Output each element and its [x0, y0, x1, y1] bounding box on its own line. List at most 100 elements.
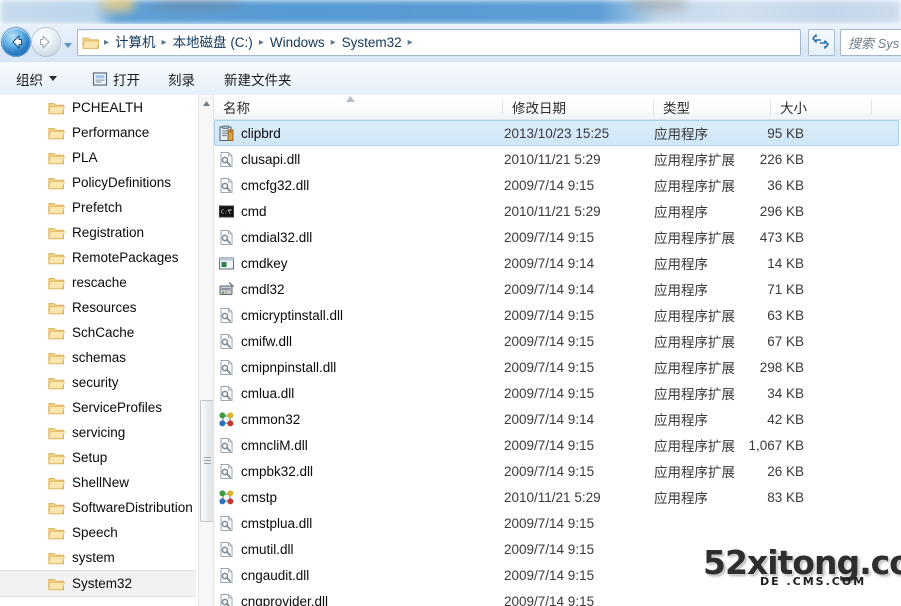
sidebar-item-resources[interactable]: Resources: [0, 295, 196, 320]
file-name-cell[interactable]: cmlua.dll: [218, 380, 294, 406]
dll-icon: [218, 385, 235, 402]
column-header-date[interactable]: 修改日期: [503, 95, 662, 119]
sidebar-item-label: PCHEALTH: [72, 100, 144, 115]
back-button[interactable]: [2, 28, 30, 56]
file-name-cell[interactable]: cmifw.dll: [218, 328, 292, 354]
sidebar-item-rescache[interactable]: rescache: [0, 270, 196, 295]
burn-button[interactable]: 刻录: [160, 67, 203, 90]
sidebar-item-servicing[interactable]: servicing: [0, 420, 196, 445]
sidebar-item-pla[interactable]: PLA: [0, 145, 196, 170]
file-size-cell: 14 KB: [767, 255, 804, 271]
sidebar-item-security[interactable]: security: [0, 370, 196, 395]
table-row[interactable]: cmpbk32.dll 2009/7/14 9:15 应用程序扩展 26 KB: [214, 458, 901, 484]
file-name-cell[interactable]: cmdl32: [218, 276, 285, 302]
scroll-up-button[interactable]: [199, 97, 214, 111]
clipboard-icon: [219, 125, 234, 141]
dll-file-icon: [220, 229, 233, 245]
breadcrumb-item-windows[interactable]: Windows: [266, 31, 329, 54]
file-name-cell[interactable]: cmstplua.dll: [218, 510, 312, 536]
sidebar-item-system32[interactable]: System32: [0, 570, 196, 597]
file-name-cell[interactable]: cngprovider.dll: [218, 588, 328, 606]
file-name-cell[interactable]: C:\ cmd: [218, 198, 267, 224]
sidebar-item-softwaredistribution[interactable]: SoftwareDistribution: [0, 495, 196, 520]
column-header-name[interactable]: 名称: [214, 95, 511, 119]
sidebar-item-prefetch[interactable]: Prefetch: [0, 195, 196, 220]
sidebar-item-registration[interactable]: Registration: [0, 220, 196, 245]
sidebar-item-performance[interactable]: Performance: [0, 120, 196, 145]
sidebar-item-policydefinitions[interactable]: PolicyDefinitions: [0, 170, 196, 195]
file-name-label: cmncliM.dll: [241, 437, 308, 453]
table-row[interactable]: cmicryptinstall.dll 2009/7/14 9:15 应用程序扩展 6…: [214, 302, 901, 328]
file-name-cell[interactable]: cmdkey: [218, 250, 288, 276]
file-size-cell: 26 KB: [767, 463, 804, 479]
open-button[interactable]: 打开: [84, 67, 148, 90]
table-row[interactable]: cmstplua.dll 2009/7/14 9:15: [214, 510, 901, 536]
file-name-cell[interactable]: cmdial32.dll: [218, 224, 312, 250]
file-name-cell[interactable]: cmipnpinstall.dll: [218, 354, 336, 380]
table-row[interactable]: clipbrd 2013/10/23 15:25 应用程序 95 KB: [214, 120, 901, 146]
breadcrumb-bar[interactable]: ▸ 计算机 ▸ 本地磁盘 (C:) ▸ Windows ▸ System32 ▸: [77, 29, 801, 56]
column-header-size[interactable]: 大小: [771, 95, 880, 119]
burn-label: 刻录: [168, 72, 195, 88]
file-name-cell[interactable]: cmicryptinstall.dll: [218, 302, 343, 328]
table-row[interactable]: cmlua.dll 2009/7/14 9:15 应用程序扩展 34 KB: [214, 380, 901, 406]
sidebar-item-label: RemotePackages: [72, 250, 179, 265]
file-name-cell[interactable]: clipbrd: [218, 120, 281, 146]
network-nodes-icon: [219, 411, 234, 426]
table-row[interactable]: cmdkey 2009/7/14 9:14 应用程序 14 KB: [214, 250, 901, 276]
file-date-cell: 2009/7/14 9:15: [504, 307, 595, 323]
new-folder-button[interactable]: 新建文件夹: [216, 67, 300, 90]
search-box[interactable]: 搜索 Sys: [840, 29, 901, 56]
table-row[interactable]: cmifw.dll 2009/7/14 9:15 应用程序扩展 67 KB: [214, 328, 901, 354]
sidebar-item-label: Prefetch: [72, 200, 123, 215]
file-name-cell[interactable]: cmmon32: [218, 406, 300, 432]
breadcrumb-separator: ▸: [330, 37, 336, 48]
table-row[interactable]: cmipnpinstall.dll 2009/7/14 9:15 应用程序扩展 298…: [214, 354, 901, 380]
breadcrumb-item-localdisk[interactable]: 本地磁盘 (C:): [169, 31, 257, 54]
sidebar-item-schemas[interactable]: schemas: [0, 345, 196, 370]
file-list-pane[interactable]: 名称 修改日期 类型 大小 clipbrd 2013/10/23 15:25 应用程…: [214, 95, 901, 606]
file-name-cell[interactable]: cmutil.dll: [218, 536, 294, 562]
table-row[interactable]: cmstp 2010/11/21 5:29 应用程序 83 KB: [214, 484, 901, 510]
recent-locations-button[interactable]: [62, 37, 74, 48]
file-name-cell[interactable]: cmncliM.dll: [218, 432, 308, 458]
sidebar-item-pchealth[interactable]: PCHEALTH: [0, 95, 196, 120]
file-name-cell[interactable]: cmstp: [218, 484, 277, 510]
column-header-type[interactable]: 类型: [654, 95, 779, 119]
sidebar-item-schcache[interactable]: SchCache: [0, 320, 196, 345]
column-divider[interactable]: [871, 99, 872, 115]
file-rows[interactable]: clipbrd 2013/10/23 15:25 应用程序 95 KB clusapi.…: [214, 120, 901, 606]
breadcrumb-item-system32[interactable]: System32: [338, 31, 406, 54]
folder-tree[interactable]: PCHEALTH Performance PLA PolicyDefinitions P…: [0, 95, 196, 597]
table-row[interactable]: cmdl32 2009/7/14 9:14 应用程序 71 KB: [214, 276, 901, 302]
table-row[interactable]: cmncliM.dll 2009/7/14 9:15 应用程序扩展 1,067 KB: [214, 432, 901, 458]
forward-button[interactable]: [32, 28, 60, 56]
table-row[interactable]: C:\ cmd 2010/11/21 5:29 应用程序 296 KB: [214, 198, 901, 224]
search-input[interactable]: 搜索 Sys: [841, 33, 899, 52]
breadcrumb-item-computer[interactable]: 计算机: [111, 31, 160, 54]
organize-button[interactable]: 组织: [8, 67, 65, 90]
dll-icon: [218, 593, 235, 606]
table-row[interactable]: clusapi.dll 2010/11/21 5:29 应用程序扩展 226 KB: [214, 146, 901, 172]
sidebar-item-speech[interactable]: Speech: [0, 520, 196, 545]
table-row[interactable]: cmdial32.dll 2009/7/14 9:15 应用程序扩展 473 KB: [214, 224, 901, 250]
file-name-cell[interactable]: clusapi.dll: [218, 146, 300, 172]
table-row[interactable]: cngprovider.dll 2009/7/14 9:15: [214, 588, 901, 606]
sidebar-item-system[interactable]: system: [0, 545, 196, 570]
refresh-button[interactable]: [808, 29, 835, 56]
sidebar-item-label: system: [72, 550, 115, 565]
file-name-cell[interactable]: cmcfg32.dll: [218, 172, 309, 198]
sidebar-item-remotepackages[interactable]: RemotePackages: [0, 245, 196, 270]
sidebar-item-shellnew[interactable]: ShellNew: [0, 470, 196, 495]
sidebar-item-serviceprofiles[interactable]: ServiceProfiles: [0, 395, 196, 420]
navigation-scrollbar[interactable]: [198, 95, 215, 606]
table-row[interactable]: cngaudit.dll 2009/7/14 9:15: [214, 562, 901, 588]
file-date-cell: 2010/11/21 5:29: [504, 203, 601, 219]
file-name-cell[interactable]: cngaudit.dll: [218, 562, 309, 588]
sidebar-item-setup[interactable]: Setup: [0, 445, 196, 470]
table-row[interactable]: cmcfg32.dll 2009/7/14 9:15 应用程序扩展 36 KB: [214, 172, 901, 198]
file-name-cell[interactable]: cmpbk32.dll: [218, 458, 313, 484]
table-row[interactable]: cmmon32 2009/7/14 9:14 应用程序 42 KB: [214, 406, 901, 432]
table-row[interactable]: cmutil.dll 2009/7/14 9:15: [214, 536, 901, 562]
navigation-pane[interactable]: PCHEALTH Performance PLA PolicyDefinitions P…: [0, 95, 213, 606]
